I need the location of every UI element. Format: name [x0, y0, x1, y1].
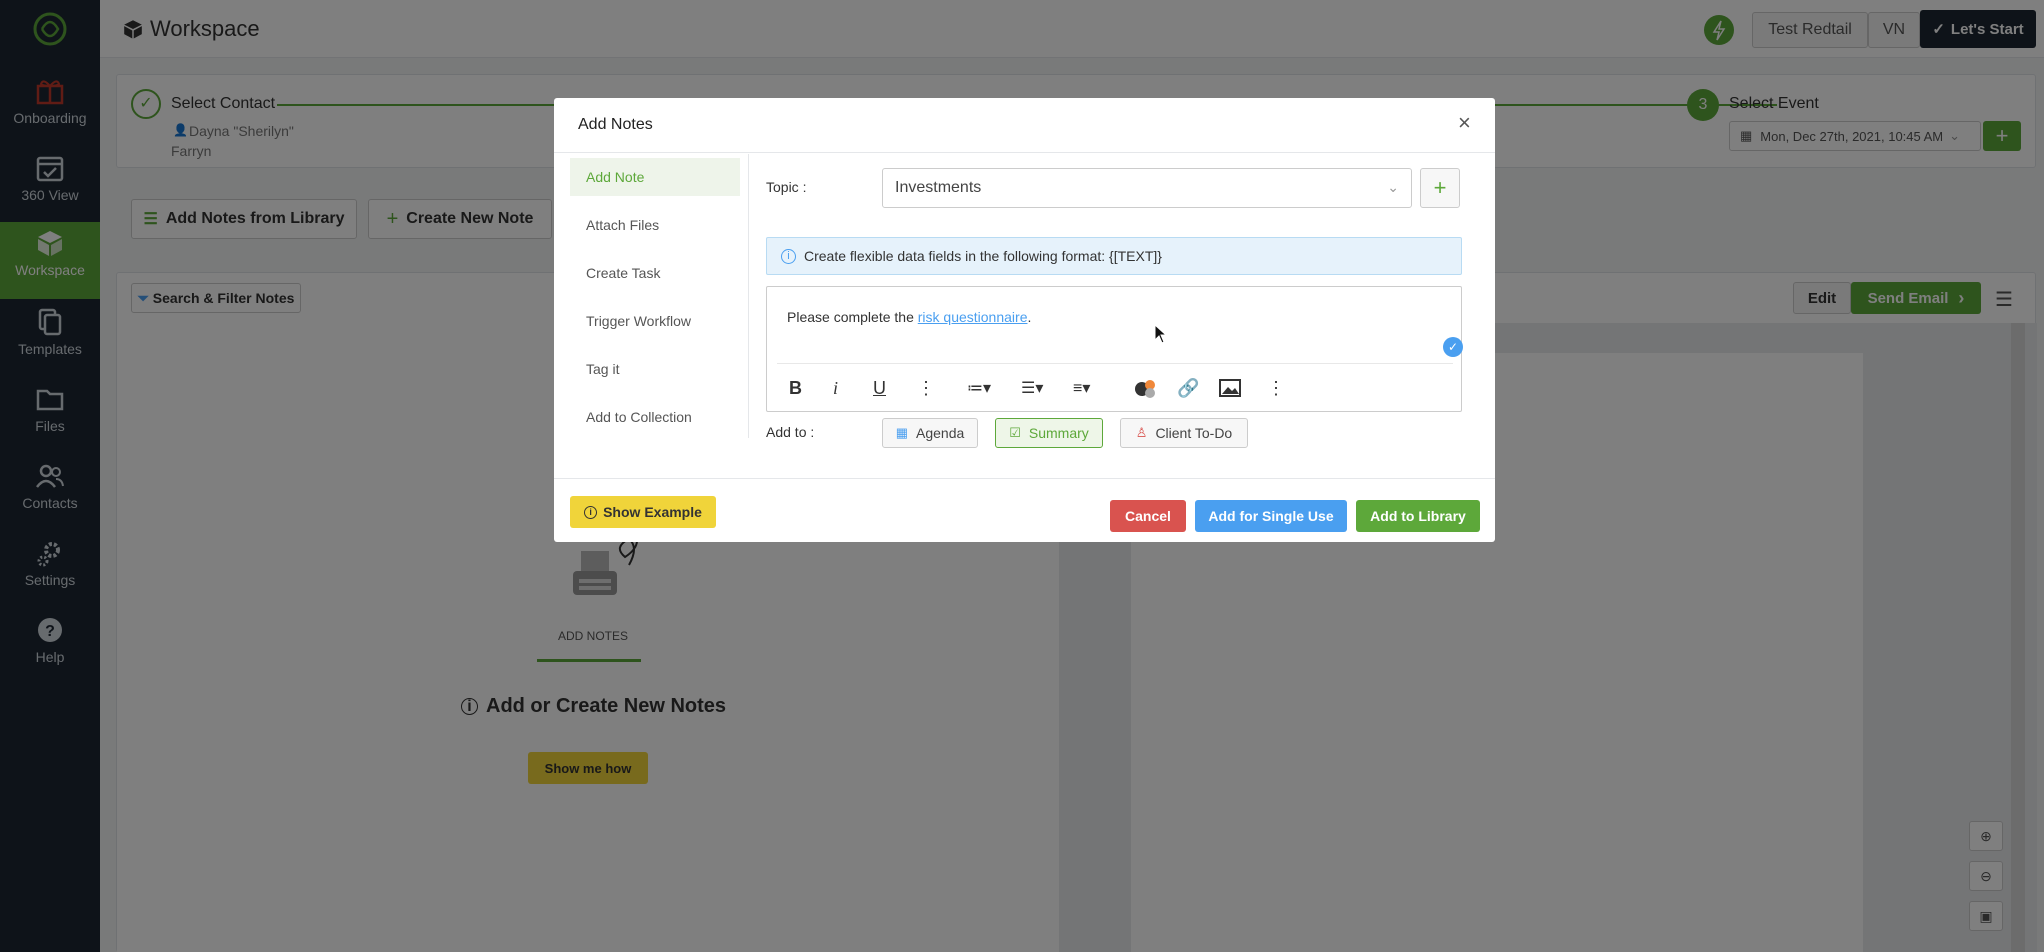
summary-label: Summary — [1028, 425, 1089, 441]
menu-attach-files[interactable]: Attach Files — [570, 206, 740, 244]
info-banner: i Create flexible data fields in the fol… — [766, 237, 1462, 275]
grammar-check-icon[interactable]: ✓ — [1443, 337, 1463, 357]
info-icon: i — [584, 505, 598, 519]
bold-icon[interactable]: B — [789, 376, 802, 400]
menu-tag-it[interactable]: Tag it — [570, 350, 740, 388]
person-icon: ♙ — [1135, 425, 1148, 440]
menu-add-to-collection[interactable]: Add to Collection — [570, 398, 740, 436]
menu-trigger-workflow[interactable]: Trigger Workflow — [570, 302, 740, 340]
calendar-icon: ▦ — [895, 425, 908, 440]
topic-value: Investments — [895, 179, 982, 196]
image-icon[interactable] — [1219, 376, 1241, 400]
chevron-down-icon: ⌄ — [1387, 179, 1399, 195]
topic-select[interactable]: Investments ⌄ — [882, 168, 1412, 208]
menu-add-note[interactable]: Add Note — [570, 158, 740, 196]
modal-title: Add Notes — [578, 116, 653, 133]
agenda-label: Agenda — [916, 425, 965, 441]
add-to-summary-button[interactable]: ☑ Summary — [995, 418, 1103, 448]
add-to-client-todo-button[interactable]: ♙ Client To-Do — [1120, 418, 1248, 448]
editor-link[interactable]: risk questionnaire — [918, 309, 1028, 325]
editor-text-prefix: Please complete the — [787, 309, 918, 325]
editor-toolbar: B i U ⋮ ≔▾ ☰▾ ≡▾ 🔗 ⋮ — [787, 376, 1437, 400]
checkbox-icon: ☑ — [1009, 425, 1021, 440]
link-icon[interactable]: 🔗 — [1177, 376, 1199, 400]
topic-label: Topic : — [766, 179, 807, 195]
menu-create-task[interactable]: Create Task — [570, 254, 740, 292]
add-to-label: Add to : — [766, 424, 815, 440]
align-icon[interactable]: ≡▾ — [1073, 376, 1090, 400]
toolbar-divider — [777, 363, 1453, 364]
more-options-icon[interactable]: ⋮ — [1267, 376, 1285, 400]
show-example-button[interactable]: i Show Example — [570, 496, 716, 528]
add-notes-modal: Add Notes × Add Note Attach Files Create… — [554, 98, 1495, 542]
show-example-label: Show Example — [603, 504, 702, 520]
menu-divider — [748, 154, 749, 438]
more-vertical-icon[interactable]: ⋮ — [917, 376, 935, 400]
mouse-cursor-icon — [1154, 324, 1168, 344]
note-editor[interactable]: Please complete the risk questionnaire. … — [766, 286, 1463, 412]
cancel-button[interactable]: Cancel — [1110, 500, 1186, 532]
client-todo-label: Client To-Do — [1155, 425, 1233, 441]
modal-header-divider — [554, 152, 1495, 153]
add-to-library-button[interactable]: Add to Library — [1356, 500, 1480, 532]
editor-text-suffix: . — [1027, 309, 1032, 325]
color-palette-icon[interactable] — [1133, 376, 1159, 400]
add-to-agenda-button[interactable]: ▦ Agenda — [882, 418, 978, 448]
italic-icon[interactable]: i — [833, 376, 838, 400]
info-text: Create flexible data fields in the follo… — [804, 248, 1162, 264]
modal-footer-divider — [554, 478, 1495, 479]
info-icon: i — [781, 248, 796, 264]
underline-icon[interactable]: U — [873, 376, 886, 400]
close-icon[interactable]: × — [1458, 112, 1471, 134]
editor-content[interactable]: Please complete the risk questionnaire. — [787, 309, 1031, 325]
bullet-list-icon[interactable]: ☰▾ — [1021, 376, 1043, 400]
ordered-list-icon[interactable]: ≔▾ — [967, 376, 991, 400]
add-for-single-use-button[interactable]: Add for Single Use — [1195, 500, 1347, 532]
add-topic-button[interactable]: + — [1420, 168, 1460, 208]
